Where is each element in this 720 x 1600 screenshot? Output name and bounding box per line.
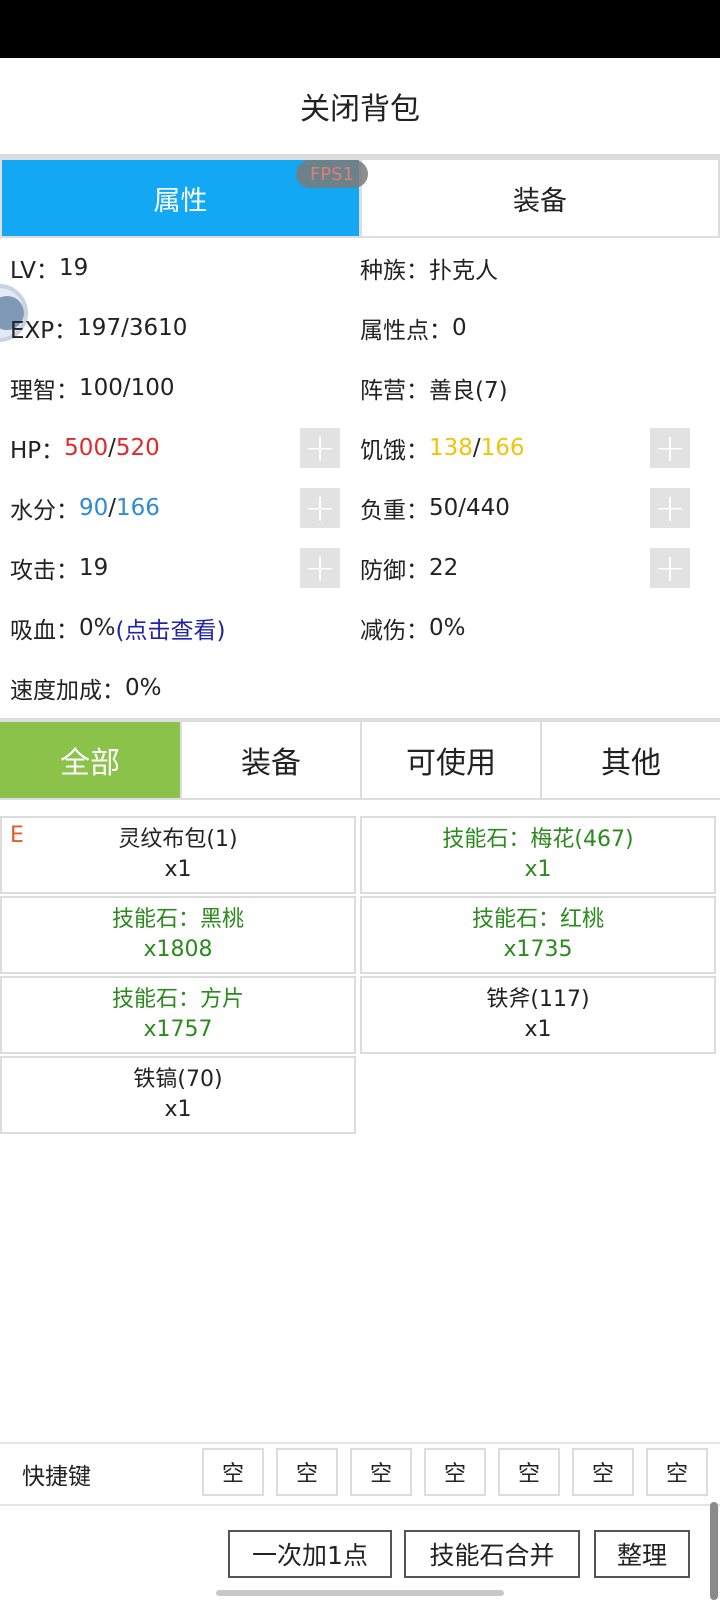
hotkey-slot[interactable]: 空 (276, 1448, 338, 1496)
home-indicator[interactable] (216, 1590, 504, 1596)
filter-tab-equipment[interactable]: 装备 (182, 722, 360, 798)
stat-faction: 阵营： 善良(7) (360, 378, 508, 404)
stat-water: 水分： 90/166 (10, 495, 160, 524)
status-bar (0, 0, 720, 58)
hunger-plus-icon[interactable]: + (650, 428, 690, 468)
stat-attribute-points: 属性点： 0 (360, 315, 467, 344)
filter-tab-all[interactable]: 全部 (0, 722, 180, 798)
stat-weight: 负重： 50/440 (360, 495, 510, 524)
stat-attack: 攻击： 19 (10, 555, 109, 584)
hotkey-slot[interactable]: 空 (572, 1448, 634, 1496)
filter-tab-other[interactable]: 其他 (542, 722, 720, 798)
water-plus-icon[interactable]: + (300, 488, 340, 528)
inventory-item[interactable]: 技能石：黑桃 x1808 (0, 896, 356, 974)
fps-badge: FPS1 (296, 160, 368, 188)
hotkey-slot[interactable]: 空 (498, 1448, 560, 1496)
defense-plus-icon[interactable]: + (650, 548, 690, 588)
hotkey-label: 快捷键 (22, 1464, 91, 1490)
filter-tab-usable[interactable]: 可使用 (362, 722, 540, 798)
attack-plus-icon[interactable]: + (300, 548, 340, 588)
stat-lv: LV： 19 (10, 255, 89, 284)
hotkey-slot[interactable]: 空 (424, 1448, 486, 1496)
stat-hp: HP： 500/520 (10, 435, 160, 464)
stat-lifesteal: 吸血： 0% (点击查看) (10, 598, 225, 658)
inventory-filter-tabs: 全部 装备 可使用 其他 (0, 718, 720, 800)
hotkey-bar: 快捷键 空 空 空 空 空 空 空 (0, 1442, 720, 1506)
inventory-item[interactable]: 铁斧(117) x1 (360, 976, 716, 1054)
lifesteal-view-link[interactable]: (点击查看) (116, 611, 226, 645)
stat-race: 种族： 扑克人 (360, 258, 498, 284)
inventory-item[interactable]: 技能石：梅花(467) x1 (360, 816, 716, 894)
weight-plus-icon[interactable]: + (650, 488, 690, 528)
scrollbar[interactable] (710, 1502, 718, 1600)
hotkey-slot[interactable]: 空 (350, 1448, 412, 1496)
stat-exp: EXP： 197/3610 (10, 315, 188, 344)
stat-hunger: 饥饿： 138/166 (360, 435, 525, 464)
inventory-item[interactable]: 技能石：方片 x1757 (0, 976, 356, 1054)
close-backpack-button[interactable]: 关闭背包 (0, 58, 720, 154)
inventory-item[interactable]: E 灵纹布包(1) x1 (0, 816, 356, 894)
page-title: 关闭背包 (300, 92, 420, 127)
stat-sanity: 理智： 100/100 (10, 375, 175, 404)
inventory-item[interactable]: 技能石：红桃 x1735 (360, 896, 716, 974)
sort-button[interactable]: 整理 (594, 1530, 690, 1578)
hotkey-slot[interactable]: 空 (202, 1448, 264, 1496)
stat-damage-reduction: 减伤： 0% (360, 615, 466, 644)
stat-defense: 防御： 22 (360, 555, 459, 584)
stat-speed-bonus: 速度加成： 0% (10, 675, 162, 704)
add-one-point-button[interactable]: 一次加1点 (228, 1530, 392, 1578)
tab-equipment[interactable]: 装备 (362, 160, 718, 236)
inventory-item[interactable]: 铁镐(70) x1 (0, 1056, 356, 1134)
equipped-mark: E (10, 823, 24, 848)
merge-skill-stones-button[interactable]: 技能石合并 (404, 1530, 580, 1578)
hp-plus-icon[interactable]: + (300, 428, 340, 468)
hotkey-slot[interactable]: 空 (646, 1448, 708, 1496)
